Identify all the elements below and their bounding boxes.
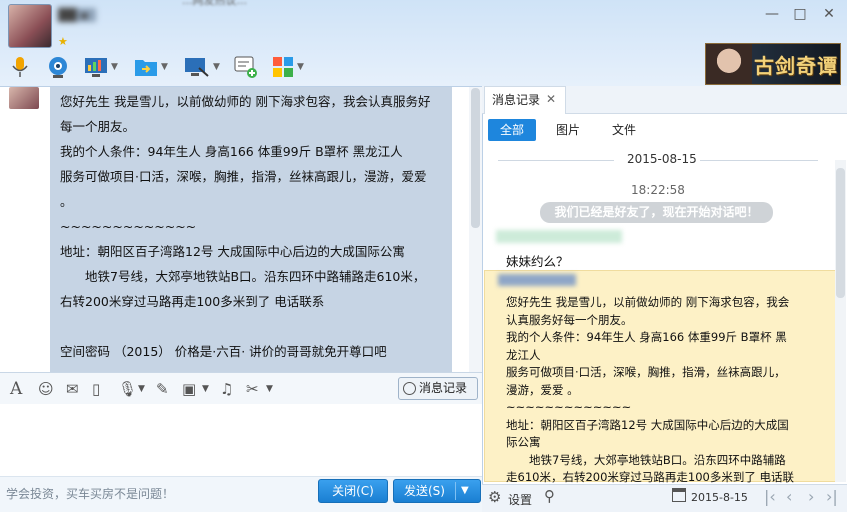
graffiti-icon[interactable]: ✎ (156, 379, 169, 399)
voice-call-button[interactable] (10, 54, 30, 80)
filter-files-tab[interactable]: 文件 (604, 119, 644, 141)
date-divider (700, 160, 818, 161)
chat-toolbar: ▼ ▼ ▼ ▼ (0, 50, 480, 84)
filter-pictures-tab[interactable]: 图片 (548, 119, 588, 141)
font-icon[interactable]: A (10, 379, 22, 399)
screenshot-scissors-icon[interactable]: ✂ (246, 379, 259, 399)
sender-name-redacted (498, 274, 576, 286)
screen-share-button[interactable]: ▼ (184, 54, 220, 80)
ad-banner[interactable]: 古剑奇谭 (705, 43, 841, 85)
chevron-down-icon[interactable]: ▼ (297, 62, 304, 72)
history-line: 漫游，爱爱 。 (506, 382, 579, 397)
history-line: 认真服务好每一个朋友。 (506, 312, 633, 327)
chat-line: 空间密码 （2015） 价格是·六百· 讲价的哥哥就免开尊口吧 (60, 344, 387, 359)
chevron-down-icon[interactable]: ▼ (202, 379, 209, 399)
news-ticker[interactable]: ...网友热议... (182, 0, 247, 8)
chat-line (60, 314, 442, 339)
history-line: 我的个人条件：94年生人 身高166 体重99斤 B罩杯 黑 (506, 330, 787, 344)
clock-icon (403, 382, 416, 395)
shake-window-icon[interactable]: ▯ (92, 379, 100, 399)
chat-message-pane[interactable]: 您好先生 我是雪儿，以前做幼师的 刚下海求包容，我会认真服务好 每一个朋友。 我… (0, 86, 482, 372)
history-message-text: 您好先生 我是雪儿，以前做幼师的 刚下海求包容，我会 认真服务好每一个朋友。 我… (506, 294, 828, 487)
remote-assist-button[interactable]: ▼ (84, 54, 118, 80)
filter-all-tab[interactable]: 全部 (488, 119, 536, 141)
minimize-button[interactable]: — (760, 5, 784, 23)
history-line: 龙江人 (506, 347, 541, 362)
chat-line: ~~~~~~~~~~~~~ (60, 219, 197, 234)
close-button[interactable]: 关闭(C) (318, 479, 388, 503)
input-toolbar: A ☺ ✉ ▯ 🎙 ▼ ✎ ▣ ▼ ♫ ✂ ▼ 消息记录 ▼ (0, 372, 482, 416)
folder-arrow-icon (135, 60, 157, 76)
sender-name-redacted (496, 230, 622, 243)
magic-emoji-icon[interactable]: ✉ (66, 379, 79, 399)
history-line: 您好先生 我是雪儿，以前做幼师的 刚下海求包容，我会 (506, 295, 790, 309)
first-page-icon[interactable]: |‹ (764, 487, 776, 506)
chat-line: 每一个朋友。 (60, 119, 136, 134)
calendar-icon[interactable] (672, 488, 686, 502)
image-icon[interactable]: ▣ (182, 379, 196, 399)
history-scrollbar-thumb[interactable] (836, 168, 845, 298)
chat-line: 地铁7号线，大郊亭地铁站B口。沿东四环中路辅路走610米， (60, 269, 426, 284)
history-date: 2015-08-15 (627, 152, 697, 166)
chevron-down-icon[interactable]: ▼ (213, 62, 220, 72)
star-icon: ★ (58, 35, 68, 48)
history-message: 妹妹约么？ (506, 254, 569, 269)
apps-button[interactable]: ▼ (272, 54, 304, 80)
prev-page-icon[interactable]: ‹ (786, 487, 792, 506)
microphone-icon (12, 57, 28, 77)
voice-message-icon[interactable]: 🎙 (118, 379, 137, 399)
history-time: 18:22:58 (631, 183, 685, 197)
webcam-icon (49, 57, 67, 78)
sender-avatar[interactable] (9, 87, 39, 109)
screen-share-icon (185, 58, 209, 77)
next-page-icon[interactable]: › (808, 487, 814, 506)
close-window-button[interactable]: ✕ (817, 5, 841, 23)
history-line: 地铁7号线，大郊亭地铁站B口。沿东四环中路辅路 (506, 452, 786, 467)
chevron-down-icon[interactable]: ▼ (111, 62, 118, 72)
date-divider (498, 160, 614, 161)
system-notice: 我们已经是好友了，现在开始对话吧！ (540, 202, 773, 223)
chat-scrollbar-thumb[interactable] (471, 88, 480, 228)
search-icon[interactable]: ⚲ (544, 487, 555, 505)
add-contact-button[interactable] (234, 54, 258, 80)
chat-line: 右转200米穿过马路再走100多米到了 电话联系 (60, 294, 325, 309)
send-file-button[interactable]: ▼ (134, 54, 168, 80)
footer-date: 2015-8-15 (691, 491, 748, 504)
history-line: ~~~~~~~~~~~~~ (506, 400, 632, 414)
ad-title: 古剑奇谭 (754, 54, 838, 78)
chat-line: 地址：朝阳区百子湾路12号 大成国际中心后边的大成国际公寓 (60, 244, 405, 259)
tip-link[interactable]: 学会投资，买车买房不是问题！ (6, 485, 174, 502)
history-line: 服务可做项目·口活，深喉，胸推，指滑，丝袜高跟儿， (506, 365, 786, 379)
contact-name: ██ ▪ (58, 8, 96, 22)
send-options-chevron-icon[interactable]: ▼ (461, 480, 469, 502)
close-icon[interactable]: ✕ (546, 92, 556, 106)
settings-link[interactable]: 设置 (508, 491, 532, 508)
chevron-down-icon[interactable]: ▼ (138, 379, 145, 399)
chevron-down-icon[interactable]: ▼ (161, 62, 168, 72)
last-page-icon[interactable]: ›| (826, 487, 838, 506)
emoji-icon[interactable]: ☺ (38, 379, 54, 399)
ad-character-image (706, 44, 752, 84)
video-call-button[interactable] (46, 54, 70, 80)
chat-line: 我的个人条件：94年生人 身高166 体重99斤 B罩杯 黑龙江人 (60, 144, 403, 159)
history-line: 地址：朝阳区百子湾路12号 大成国际中心后边的大成国 (506, 417, 789, 432)
chat-add-icon (234, 56, 257, 78)
message-input[interactable] (0, 404, 482, 476)
music-icon[interactable]: ♫ (220, 379, 233, 399)
chevron-down-icon[interactable]: ▼ (266, 379, 273, 399)
monitor-chart-icon (85, 58, 107, 77)
contact-avatar[interactable] (8, 4, 52, 48)
maximize-button[interactable]: □ (788, 5, 812, 23)
gear-icon[interactable]: ⚙ (488, 488, 501, 506)
history-button-label: 消息记录 (419, 381, 468, 395)
apps-grid-icon (273, 57, 293, 77)
chat-line: 。 (60, 194, 73, 209)
chat-message-bubble: 您好先生 我是雪儿，以前做幼师的 刚下海求包容，我会认真服务好 每一个朋友。 我… (50, 87, 452, 372)
chat-line: 您好先生 我是雪儿，以前做幼师的 刚下海求包容，我会认真服务好 (60, 94, 431, 109)
history-line: 际公寓 (506, 435, 541, 449)
send-button-divider (455, 482, 456, 500)
chat-line: 服务可做项目·口活，深喉，胸推，指滑，丝袜高跟儿，漫游，爱爱 (60, 169, 427, 184)
